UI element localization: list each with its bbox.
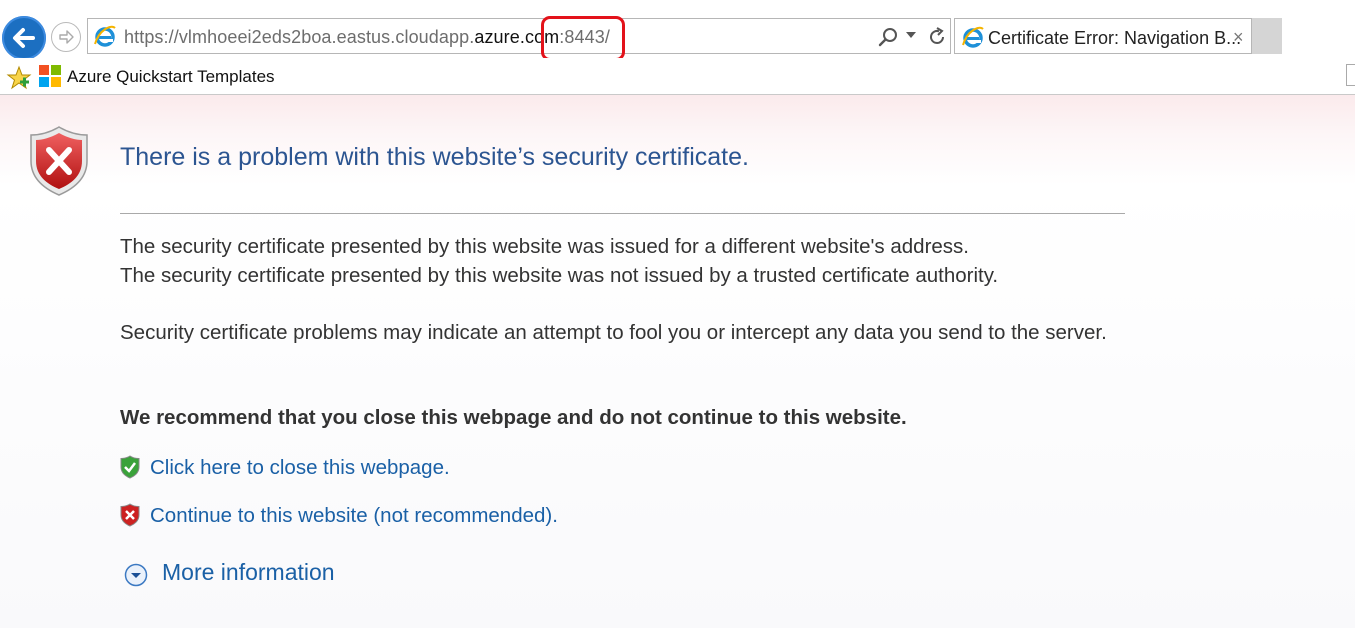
forward-button[interactable] [51, 22, 81, 52]
navigation-bar: https://vlmhoeei2eds2boa.eastus.cloudapp… [0, 0, 1355, 61]
url-prefix: https://vlmhoeei2eds2boa.eastus.cloudapp… [124, 27, 475, 47]
url-port-highlight [541, 16, 625, 61]
page-icon[interactable] [1346, 64, 1355, 86]
problem-untrusted-authority: The security certificate presented by th… [120, 264, 999, 287]
forward-icon [59, 30, 74, 44]
recommendation-text: We recommend that you close this webpage… [120, 406, 907, 429]
tab-title: Certificate Error: Navigation B... [988, 28, 1242, 48]
title-divider [120, 213, 1125, 214]
search-icon[interactable] [878, 27, 898, 47]
certificate-problems-text: The security certificate presented by th… [120, 232, 1120, 290]
address-bar[interactable]: https://vlmhoeei2eds2boa.eastus.cloudapp… [87, 18, 951, 54]
refresh-icon[interactable] [926, 26, 948, 48]
close-webpage-link[interactable]: Click here to close this webpage. [150, 456, 450, 480]
problem-different-address: The security certificate presented by th… [120, 235, 969, 258]
ie-logo-icon [94, 25, 116, 47]
tab-certificate-error[interactable]: Certificate Error: Navigation B... × [954, 18, 1252, 54]
url-text[interactable]: https://vlmhoeei2eds2boa.eastus.cloudapp… [124, 27, 610, 48]
more-information-link[interactable]: More information [162, 559, 335, 586]
tab-close-icon[interactable]: × [1233, 27, 1244, 48]
microsoft-logo-icon [39, 65, 61, 87]
favorites-bar: Azure Quickstart Templates [0, 58, 1355, 94]
dropdown-icon[interactable] [906, 32, 916, 38]
continue-to-website-link[interactable]: Continue to this website (not recommende… [150, 504, 558, 528]
back-icon [13, 28, 35, 48]
back-button[interactable] [2, 16, 46, 60]
error-shield-icon [30, 126, 88, 196]
warning-text: Security certificate problems may indica… [120, 321, 1107, 344]
page-title: There is a problem with this website’s s… [120, 143, 749, 171]
new-tab-button[interactable] [1252, 18, 1282, 54]
favorites-star-icon[interactable] [6, 65, 32, 91]
certificate-error-page: There is a problem with this website’s s… [0, 95, 1355, 628]
chevron-down-icon[interactable] [124, 563, 148, 587]
red-shield-icon [120, 503, 140, 527]
green-shield-icon [120, 455, 140, 479]
favorite-azure-quickstart-templates[interactable]: Azure Quickstart Templates [67, 67, 275, 87]
ie-logo-icon [962, 26, 984, 48]
